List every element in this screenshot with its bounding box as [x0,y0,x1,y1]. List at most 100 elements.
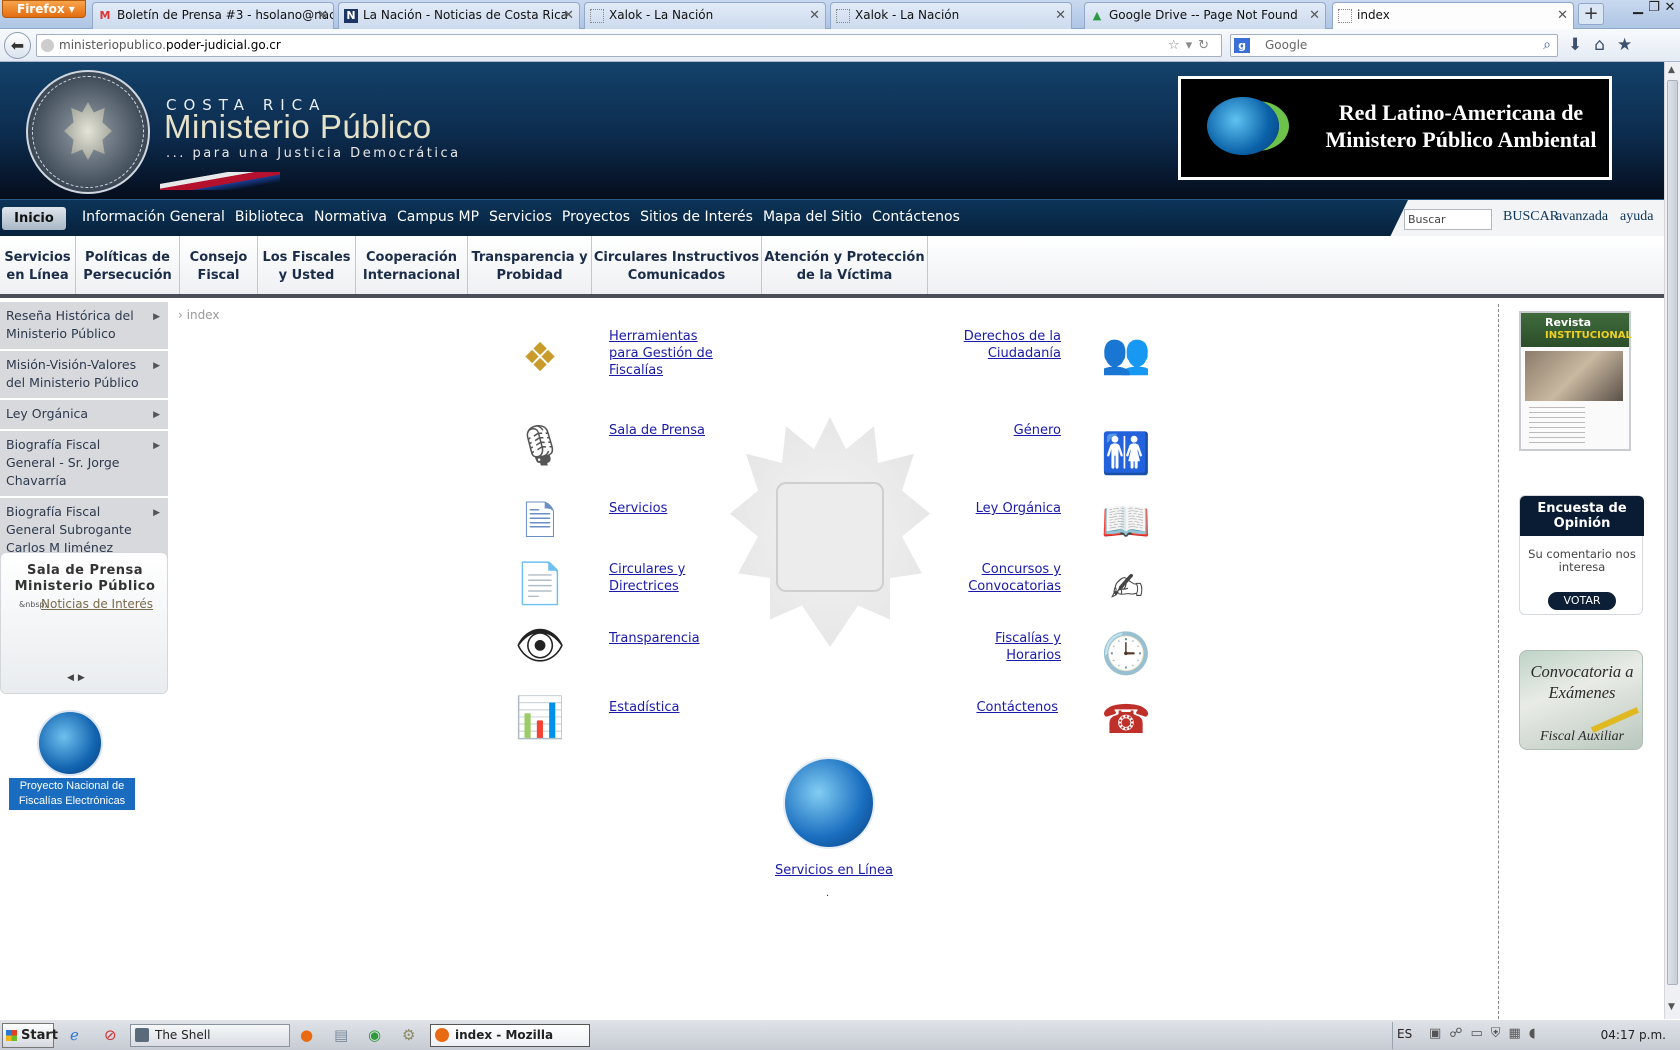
link-concursos[interactable]: Concursos y Convocatorias [940,561,1061,595]
document-icon[interactable]: 📄 [510,552,570,616]
tray-display-icon[interactable]: ▭ [1470,1026,1490,1041]
nav-sitios-de-interes[interactable]: Sitios de Interés [640,200,753,237]
signing-icon[interactable]: ✍ [1090,556,1164,620]
scroll-down-icon[interactable]: ▼ [1668,1002,1675,1012]
close-tab-icon[interactable]: ✕ [317,3,328,28]
subnav-los-fiscales-y-usted[interactable]: Los Fiscales y Usted [258,236,356,294]
close-tab-icon[interactable]: ✕ [809,3,820,28]
link-herramientas[interactable]: Herramientas para Gestión de Fiscalías [609,328,719,379]
bottom-dot-link[interactable]: . [826,888,829,899]
site-search-input[interactable] [1404,209,1492,230]
subnav-servicios-en-linea[interactable]: Servicios en Línea [0,236,76,294]
subnav-atencion-victima[interactable]: Atención y Protección de la Víctima [762,236,928,294]
link-sala-de-prensa[interactable]: Sala de Prensa [609,422,705,439]
site-identity-icon[interactable] [41,39,54,52]
subnav-circulares-instructivos[interactable]: Circulares Instructivos Comunicados [592,236,762,294]
file-icon[interactable]: ▤ [334,1026,348,1044]
close-tab-icon[interactable]: ✕ [1055,3,1066,28]
noticias-de-interes-link[interactable]: Noticias de Interés [41,597,153,611]
votar-button[interactable]: VOTAR [1548,592,1616,610]
prev-arrow-icon[interactable]: ◀ [67,673,78,683]
advanced-search-link[interactable]: avanzada [1556,209,1608,225]
tab-google-drive[interactable]: ▲ Google Drive -- Page Not Found ✕ [1084,2,1326,29]
eye-icon[interactable]: 👁 [510,614,570,678]
nav-proyectos[interactable]: Proyectos [562,200,630,237]
app-icon[interactable]: ⚙ [402,1026,415,1044]
left-menu-item[interactable]: Ley Orgánica ▶ [0,400,168,431]
scroll-thumb[interactable] [1667,80,1678,985]
nav-biblioteca[interactable]: Biblioteca [235,200,304,237]
firefox-menu-button[interactable]: Firefox ▾ [2,0,86,18]
tray-window-icon[interactable]: ▦ [1509,1026,1529,1041]
next-arrow-icon[interactable]: ▶ [78,673,89,683]
search-icon[interactable]: ⌕ [1543,35,1551,56]
close-tab-icon[interactable]: ✕ [1557,3,1568,28]
fiscalias-electronicas-logo[interactable]: Proyecto Nacional de Fiscalías Electróni… [9,710,135,810]
google-icon[interactable]: g [1234,38,1250,53]
downloads-icon[interactable]: ⬇ [1568,35,1594,55]
subnav-consejo-fiscal[interactable]: Consejo Fiscal [180,236,258,294]
site-search-button[interactable]: BUSCAR [1503,209,1559,225]
tab-la-nacion[interactable]: N La Nación - Noticias de Costa Rica ✕ [338,2,580,29]
tray-security-icon[interactable]: ⛨ [1491,1026,1509,1041]
convocatoria-banner[interactable]: Convocatoria a Exámenes Fiscal Auxiliar [1519,650,1643,750]
nav-inicio-button[interactable]: Inicio [2,207,66,230]
reload-icon[interactable]: ↻ [1198,38,1215,53]
subnav-transparencia-y-probidad[interactable]: Transparencia y Probidad [468,236,592,294]
link-contactenos[interactable]: Contáctenos [940,699,1058,716]
link-fiscalias-horarios[interactable]: Fiscalías y Horarios [940,630,1061,664]
book-icon[interactable]: 📖 [1096,490,1156,554]
internet-explorer-icon[interactable]: ℯ [70,1026,79,1044]
dropdown-icon[interactable]: ▾ [1186,38,1199,53]
nav-campus-mp[interactable]: Campus MP [397,200,479,237]
chrome-icon[interactable]: ◉ [368,1026,381,1044]
start-button[interactable]: Start [2,1023,58,1048]
address-bar[interactable]: ministeriopublico.poder-judicial.go.cr ☆… [36,34,1222,57]
revista-institucional-banner[interactable]: Revista INSTITUCIONAL [1519,311,1632,451]
bookmark-star-icon[interactable]: ☆ [1168,38,1186,53]
taskbar-the-shell[interactable]: The Shell [130,1024,290,1047]
new-tab-button[interactable]: + [1578,3,1604,25]
close-tab-icon[interactable]: ✕ [563,3,574,28]
link-estadistica[interactable]: Estadística [609,699,680,716]
nav-contactenos[interactable]: Contáctenos [872,200,960,237]
nav-servicios[interactable]: Servicios [489,200,552,237]
clock-icon[interactable]: 🕒 [1096,622,1156,686]
left-menu-item[interactable]: Reseña Histórica del Ministerio Público ▶ [0,302,168,351]
tray-app-icon[interactable]: ▣ [1429,1026,1449,1041]
link-genero[interactable]: Género [940,422,1061,439]
minimize-icon[interactable]: ▁ [1630,0,1646,15]
left-menu-item[interactable]: Misión-Visión-Valores del Ministerio Púb… [0,351,168,400]
bar-chart-icon[interactable]: 📊 [510,686,570,750]
tab-xalok-1[interactable]: Xalok - La Nación ✕ [584,2,826,29]
close-tab-icon[interactable]: ✕ [1309,3,1320,28]
people-icon[interactable]: 👥 [1096,322,1156,386]
restore-icon[interactable]: ❐ [1646,0,1662,15]
left-menu-item[interactable]: Biografía Fiscal General - Sr. Jorge Cha… [0,431,168,498]
tab-xalok-2[interactable]: Xalok - La Nación ✕ [830,2,1072,29]
link-derechos-ciudadania[interactable]: Derechos de la Ciudadanía [940,328,1061,362]
gender-icon[interactable]: 🚻 [1096,422,1156,486]
link-ley-organica[interactable]: Ley Orgánica [940,500,1061,517]
tab-index[interactable]: index ✕ [1332,2,1574,29]
link-transparencia[interactable]: Transparencia [609,630,700,647]
blocked-icon[interactable]: ⊘ [104,1026,117,1044]
ministerio-seal-logo[interactable] [26,70,150,194]
home-icon[interactable]: ⌂ [1594,35,1617,55]
subnav-cooperacion-internacional[interactable]: Cooperación Internacional [356,236,468,294]
link-servicios-en-linea[interactable]: Servicios en Línea [775,862,893,879]
search-bar[interactable]: g Google ⌕ [1230,34,1558,57]
microphone-icon[interactable]: 🎙 [510,414,570,478]
link-servicios[interactable]: Servicios [609,500,667,517]
ornament-icon[interactable]: ❖ [510,326,570,390]
servicios-en-linea-globe-icon[interactable] [783,757,875,849]
phone-icon[interactable]: ☎ [1096,688,1156,752]
taskbar-firefox-index[interactable]: index - Mozilla Firefox [430,1024,590,1050]
tray-volume-icon[interactable]: ◖ [1529,1026,1544,1041]
search-help-link[interactable]: ayuda [1620,209,1653,225]
bookmarks-icon[interactable]: ★ [1617,35,1644,55]
language-indicator[interactable]: ES [1397,1027,1412,1041]
nav-informacion-general[interactable]: Información General [82,200,225,237]
nav-normativa[interactable]: Normativa [314,200,387,237]
red-latinoamericana-banner[interactable]: Red Latino-Americana de Ministero Públic… [1178,76,1612,180]
